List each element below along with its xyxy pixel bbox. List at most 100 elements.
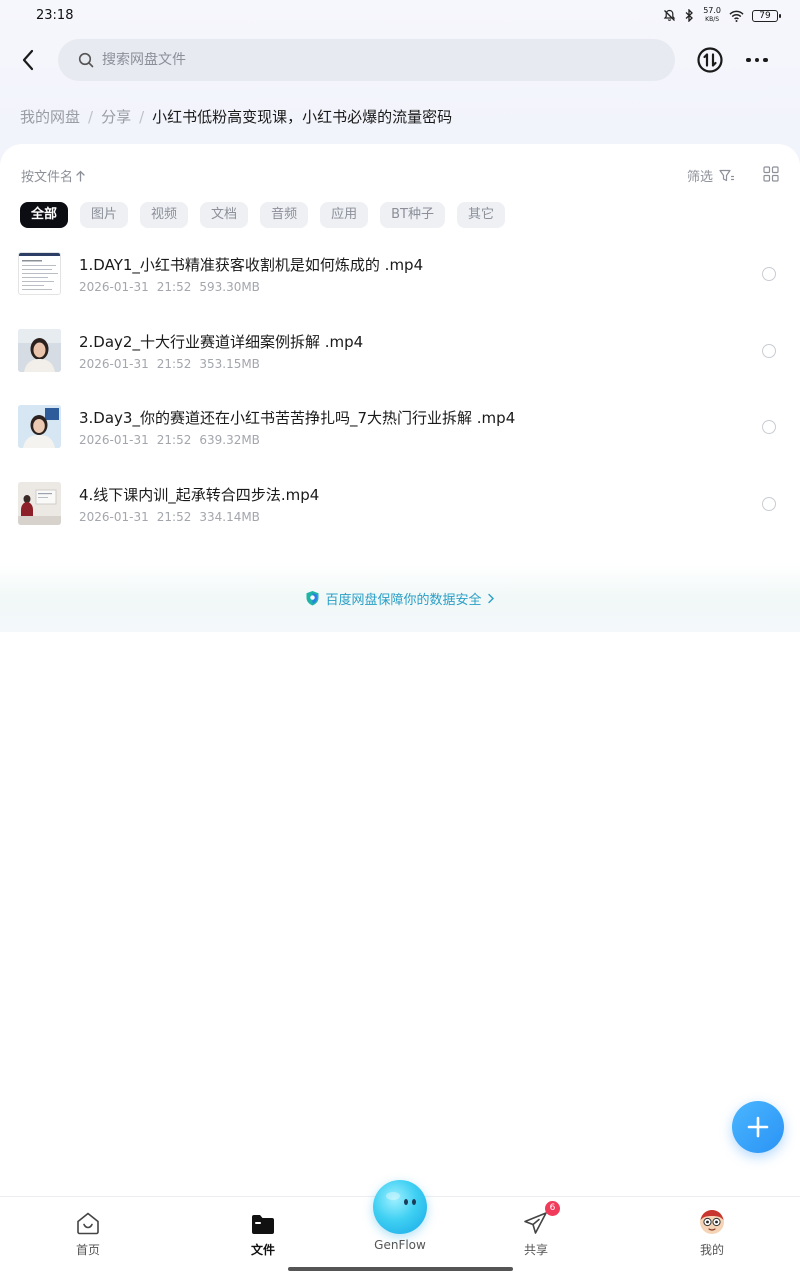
file-size: 593.30MB: [199, 280, 260, 294]
chip-documents[interactable]: 文档: [200, 202, 249, 228]
search-input[interactable]: [102, 52, 602, 68]
video-thumbnail: [18, 405, 61, 448]
chip-videos[interactable]: 视频: [140, 202, 189, 228]
add-button[interactable]: [732, 1101, 784, 1153]
chip-all[interactable]: 全部: [20, 202, 69, 228]
search-icon: [78, 52, 94, 68]
wifi-icon: [729, 10, 744, 22]
tab-home-label: 首页: [75, 1243, 100, 1257]
file-list-card: 按文件名 筛选 全部 图片 视频 文档 音频 应用 BT种子 其它 1.DAY1…: [0, 144, 800, 1198]
breadcrumb-root[interactable]: 我的网盘: [20, 106, 80, 127]
more-dot-icon: [763, 57, 768, 63]
file-size: 334.14MB: [199, 509, 260, 524]
security-banner[interactable]: 百度网盘保障你的数据安全: [0, 564, 800, 632]
network-speed-unit: KB/S: [705, 16, 720, 23]
home-indicator[interactable]: [288, 1267, 513, 1271]
video-thumbnail: [18, 252, 61, 295]
file-size: 639.32MB: [199, 433, 260, 447]
breadcrumb-current-folder: 小红书低粉高变现课，小红书必爆的流量密码: [152, 108, 453, 126]
mute-icon: [663, 9, 676, 22]
file-row[interactable]: 2.Day2_十大行业赛道详细案例拆解 .mp4 2026-01-31 21:52…: [0, 317, 800, 394]
file-name: 2.Day2_十大行业赛道详细案例拆解 .mp4: [79, 332, 364, 351]
status-time: 23:18: [36, 8, 74, 23]
file-time: 21:52: [156, 280, 192, 294]
folder-icon: [252, 1215, 274, 1234]
security-banner-text: 百度网盘保障你的数据安全: [325, 592, 482, 608]
network-speed: 57.0 KB/S: [703, 7, 721, 24]
transfer-icon: [697, 47, 723, 73]
select-checkbox[interactable]: [762, 343, 776, 358]
file-time: 21:52: [156, 509, 192, 524]
grid-icon: [763, 166, 779, 182]
breadcrumb-separator: /: [88, 107, 94, 126]
tab-genflow-label: GenFlow: [374, 1238, 426, 1252]
sort-label: 按文件名: [21, 170, 74, 185]
bluetooth-icon: [684, 9, 695, 22]
more-options-button[interactable]: [744, 50, 770, 70]
filter-label: 筛选: [687, 170, 714, 185]
genflow-mascot-icon: [386, 1192, 416, 1205]
more-dot-icon: [746, 57, 751, 63]
paper-plane-icon: [524, 1212, 547, 1234]
file-date: 2026-01-31: [79, 509, 149, 524]
file-time: 21:52: [156, 433, 192, 447]
file-size: 353.15MB: [199, 356, 260, 371]
share-notification-badge: 6: [545, 1201, 560, 1216]
chevron-left-icon: [22, 49, 34, 71]
file-time: 21:52: [156, 356, 192, 371]
tab-files[interactable]: 文件: [223, 1209, 303, 1259]
file-name: 1.DAY1_小红书精准获客收割机是如何炼成的 .mp4: [79, 256, 424, 274]
avatar-icon: [700, 1210, 724, 1234]
tab-home[interactable]: 首页: [48, 1209, 128, 1259]
more-dot-icon: [754, 57, 760, 63]
select-checkbox[interactable]: [762, 496, 776, 511]
file-type-filter-chips: 全部 图片 视频 文档 音频 应用 BT种子 其它: [20, 202, 505, 228]
tab-share[interactable]: 共享: [496, 1209, 576, 1259]
select-checkbox[interactable]: [762, 420, 776, 434]
tab-mine[interactable]: 我的: [672, 1209, 752, 1259]
file-meta: 2026-01-31 21:52 334.14MB: [79, 510, 260, 524]
breadcrumb: 我的网盘 / 分享 / 小红书低粉高变现课，小红书必爆的流量密码: [20, 106, 452, 127]
battery-indicator: 79: [752, 9, 781, 22]
chip-bt-torrents[interactable]: BT种子: [380, 202, 445, 228]
file-meta: 2026-01-31 21:52 353.15MB: [79, 357, 260, 371]
genflow-button[interactable]: [373, 1180, 427, 1234]
plus-icon: [747, 1116, 769, 1138]
tab-files-label: 文件: [250, 1243, 275, 1257]
home-icon: [77, 1212, 99, 1235]
chevron-right-icon: [487, 593, 494, 603]
back-button[interactable]: [14, 44, 42, 76]
filter-icon: [719, 169, 735, 181]
chip-images[interactable]: 图片: [80, 202, 129, 228]
sort-by-name-button[interactable]: 按文件名: [21, 166, 85, 185]
chip-other[interactable]: 其它: [456, 202, 505, 228]
grid-view-toggle[interactable]: [763, 166, 779, 182]
select-checkbox[interactable]: [762, 267, 776, 281]
video-thumbnail: [18, 481, 61, 525]
file-date: 2026-01-31: [79, 433, 149, 447]
filter-button[interactable]: 筛选: [687, 166, 735, 185]
file-date: 2026-01-31: [79, 280, 149, 294]
shield-icon: [306, 591, 319, 606]
chip-audio[interactable]: 音频: [260, 202, 309, 228]
file-meta: 2026-01-31 21:52 639.32MB: [79, 433, 260, 447]
transfer-list-button[interactable]: [696, 46, 724, 74]
file-name: 4.线下课内训_起承转合四步法.mp4: [79, 485, 320, 504]
file-name: 3.Day3_你的赛道还在小红书苦苦挣扎吗_7大热门行业拆解 .mp4: [79, 409, 516, 427]
chip-apps[interactable]: 应用: [320, 202, 369, 228]
status-icons: 57.0 KB/S 79: [663, 7, 781, 24]
file-list: 1.DAY1_小红书精准获客收割机是如何炼成的 .mp4 2026-01-31 2…: [0, 240, 800, 546]
file-row[interactable]: 3.Day3_你的赛道还在小红书苦苦挣扎吗_7大热门行业拆解 .mp4 2026…: [0, 393, 800, 470]
file-date: 2026-01-31: [79, 356, 149, 371]
file-meta: 2026-01-31 21:52 593.30MB: [79, 280, 260, 294]
tab-share-label: 共享: [523, 1243, 548, 1257]
file-row[interactable]: 1.DAY1_小红书精准获客收割机是如何炼成的 .mp4 2026-01-31 2…: [0, 240, 800, 317]
file-row[interactable]: 4.线下课内训_起承转合四步法.mp4 2026-01-31 21:52 334.1…: [0, 470, 800, 547]
breadcrumb-separator: /: [139, 107, 145, 126]
status-bar: 23:18 57.0 KB/S 79: [0, 0, 800, 32]
network-speed-value: 57.0: [703, 6, 721, 15]
arrow-up-icon: [76, 170, 85, 182]
breadcrumb-share[interactable]: 分享: [101, 106, 131, 127]
search-bar[interactable]: [58, 39, 675, 81]
tab-mine-label: 我的: [699, 1243, 724, 1257]
